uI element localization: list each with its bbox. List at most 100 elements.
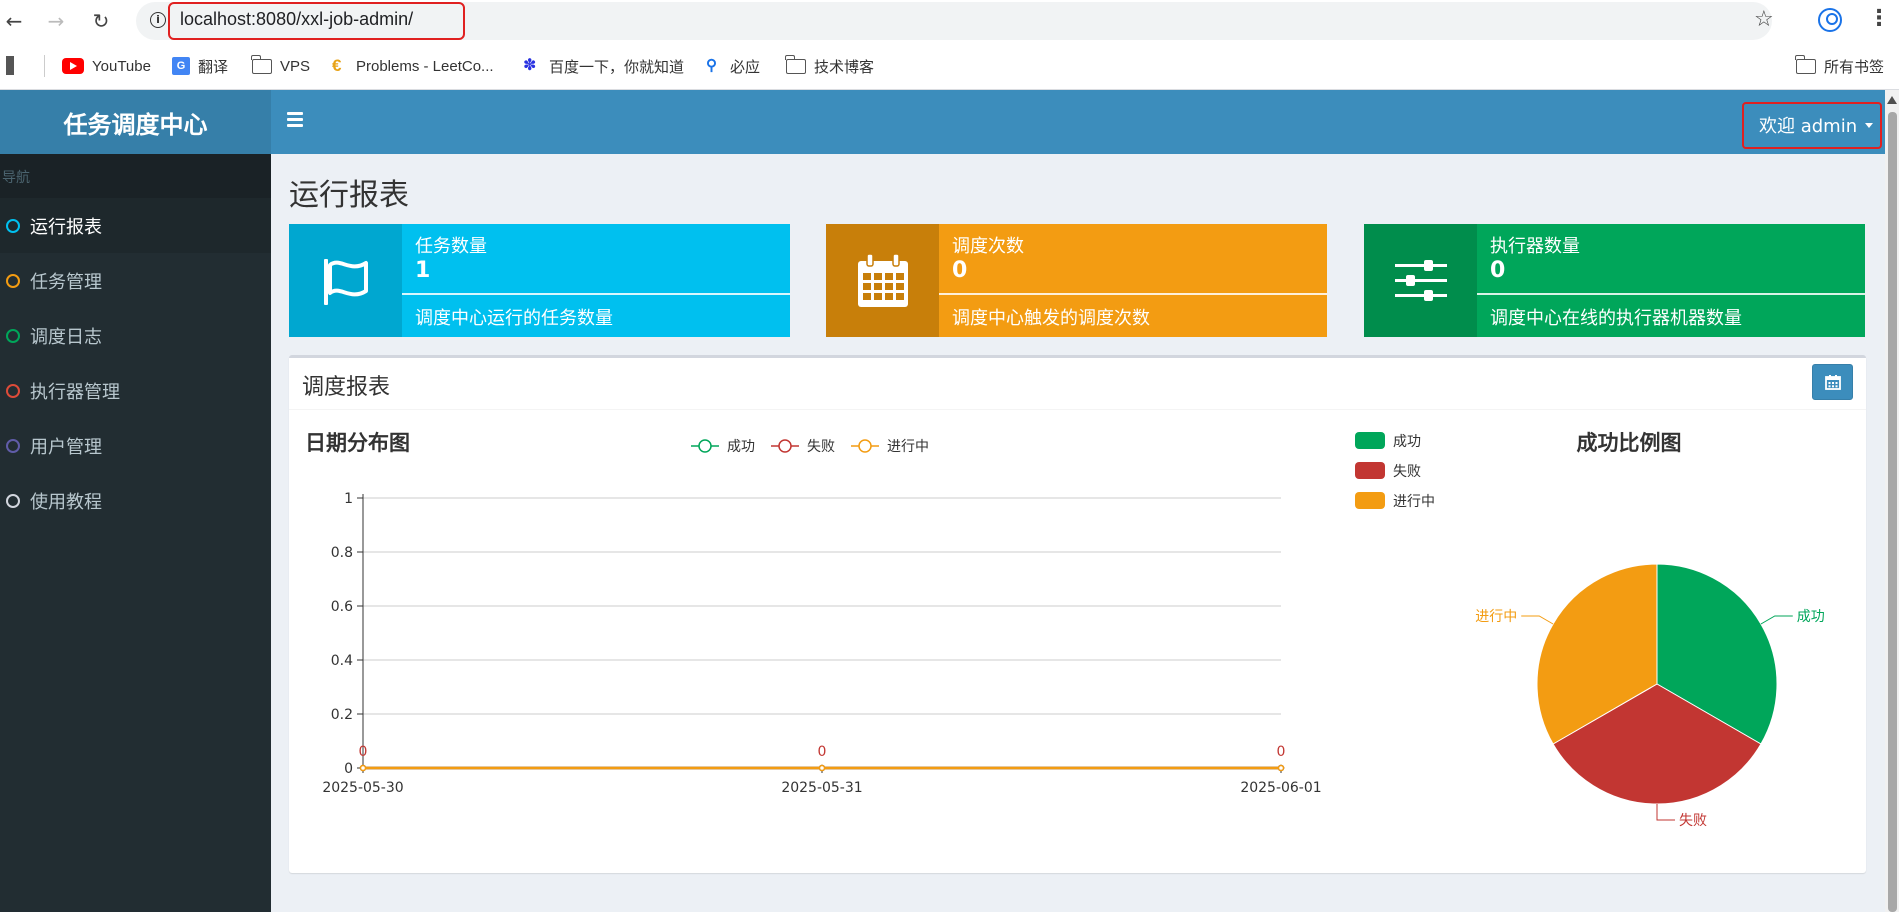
flag-icon bbox=[289, 224, 402, 337]
profile-icon[interactable] bbox=[1818, 8, 1842, 32]
sidebar-item-label: 调度日志 bbox=[30, 326, 102, 348]
bookmark-label: 技术博客 bbox=[814, 58, 875, 76]
bookmark-star-icon[interactable]: ☆ bbox=[1754, 7, 1774, 32]
info-box-title: 任务数量 bbox=[415, 236, 487, 257]
bookmark-tech-blog[interactable]: 技术博客 bbox=[785, 54, 875, 77]
leetcode-icon: € bbox=[332, 56, 342, 75]
bing-search-icon: ⚲ bbox=[706, 57, 717, 74]
bookmark-label: Problems - LeetCo... bbox=[356, 57, 494, 75]
data-point bbox=[818, 764, 826, 772]
sidebar-item-1[interactable]: 任务管理 bbox=[0, 253, 271, 308]
info-box-value: 0 bbox=[952, 258, 968, 283]
sidebar-item-label: 使用教程 bbox=[30, 491, 102, 513]
info-box-description: 调度中心运行的任务数量 bbox=[415, 308, 613, 329]
sidebar-item-2[interactable]: 调度日志 bbox=[0, 308, 271, 363]
top-navbar: 欢迎 admin bbox=[271, 90, 1899, 154]
legend-marker bbox=[698, 439, 712, 453]
legend-swatch bbox=[1355, 432, 1385, 449]
success-ratio-chart: 成功比例图成功失败进行中成功失败进行中 bbox=[1355, 431, 1825, 829]
y-tick-label: 1 bbox=[344, 491, 353, 507]
bookmarks-bar: YouTube G 翻译 VPS € Problems - LeetCo... … bbox=[0, 42, 1899, 90]
data-label: 0 bbox=[359, 744, 368, 760]
legend-item-0: 成功 bbox=[691, 439, 755, 455]
bookmark-baidu[interactable]: ✽ 百度一下，你就知道 bbox=[523, 55, 684, 77]
info-box-body: 任务数量 1 调度中心运行的任务数量 bbox=[402, 224, 790, 337]
page-scrollbar-thumb[interactable] bbox=[1888, 112, 1897, 912]
browser-menu-icon[interactable]: ⋮ bbox=[1868, 6, 1890, 31]
legend-marker bbox=[858, 439, 872, 453]
youtube-icon bbox=[62, 58, 84, 74]
folder-icon bbox=[785, 54, 806, 74]
legend-item-2: 进行中 bbox=[851, 439, 929, 455]
circle-icon bbox=[6, 273, 20, 288]
x-tick-label: 2025-05-30 bbox=[322, 780, 403, 796]
circle-icon bbox=[6, 383, 20, 398]
x-tick-label: 2025-05-31 bbox=[781, 780, 862, 796]
legend-item-1: 失败 bbox=[1355, 462, 1421, 480]
apps-icon[interactable] bbox=[6, 55, 32, 77]
url-text[interactable]: localhost:8080/xxl-job-admin/ bbox=[180, 9, 413, 30]
back-icon[interactable]: ← bbox=[0, 7, 28, 35]
legend-swatch bbox=[1355, 492, 1385, 509]
pie-label: 失败 bbox=[1679, 813, 1707, 829]
bookmark-translate[interactable]: G 翻译 bbox=[172, 55, 228, 77]
x-tick-label: 2025-06-01 bbox=[1240, 780, 1321, 796]
data-label: 0 bbox=[1277, 744, 1286, 760]
sidebar: 导航 运行报表 任务管理 调度日志 执行器管理 用户管理 使用教程 bbox=[0, 154, 271, 912]
bookmark-label: 必应 bbox=[730, 58, 761, 76]
page-title: 运行报表 bbox=[289, 178, 409, 213]
y-tick-label: 0.8 bbox=[331, 545, 353, 561]
pie-label: 进行中 bbox=[1475, 609, 1517, 625]
data-point bbox=[359, 764, 367, 772]
info-box-2: 执行器数量 0 调度中心在线的执行器机器数量 bbox=[1364, 224, 1865, 337]
bookmark-label: YouTube bbox=[92, 57, 151, 75]
y-tick-label: 0.6 bbox=[331, 599, 353, 615]
user-menu-dropdown[interactable]: 欢迎 admin bbox=[1759, 112, 1874, 138]
info-box-divider bbox=[402, 293, 790, 295]
baidu-paw-icon: ✽ bbox=[523, 57, 537, 74]
legend-label: 成功 bbox=[727, 439, 755, 455]
sidebar-item-4[interactable]: 用户管理 bbox=[0, 418, 271, 473]
date-range-button[interactable] bbox=[1812, 364, 1853, 400]
legend-label: 进行中 bbox=[1393, 494, 1435, 510]
bookmark-vps[interactable]: VPS bbox=[251, 54, 310, 77]
site-info-icon[interactable]: i bbox=[150, 12, 166, 28]
reload-icon[interactable]: ↻ bbox=[87, 7, 115, 35]
info-box-title: 调度次数 bbox=[952, 236, 1024, 257]
sidebar-menu: 运行报表任务管理调度日志执行器管理用户管理使用教程 bbox=[0, 198, 271, 528]
sidebar-item-label: 执行器管理 bbox=[30, 381, 120, 403]
calendar-icon bbox=[826, 224, 939, 337]
bookmark-label: 翻译 bbox=[198, 58, 229, 76]
scroll-up-arrow-icon[interactable] bbox=[1887, 96, 1897, 104]
info-box-description: 调度中心触发的调度次数 bbox=[952, 308, 1150, 329]
info-box-1: 调度次数 0 调度中心触发的调度次数 bbox=[826, 224, 1327, 337]
all-bookmarks[interactable]: 所有书签 bbox=[1795, 54, 1885, 77]
sidebar-item-label: 运行报表 bbox=[30, 216, 102, 238]
sidebar-toggle-icon[interactable] bbox=[287, 112, 305, 128]
calendar-icon bbox=[1824, 375, 1841, 390]
info-box-divider bbox=[1477, 293, 1865, 295]
pie-label-line bbox=[1656, 804, 1675, 821]
bookmark-label: 所有书签 bbox=[1824, 58, 1885, 76]
report-title: 调度报表 bbox=[302, 375, 391, 400]
bookmark-label: 百度一下，你就知道 bbox=[549, 58, 685, 76]
pie-label-line bbox=[1521, 615, 1554, 625]
bookmark-bing[interactable]: ⚲ 必应 bbox=[706, 55, 760, 77]
sidebar-item-0[interactable]: 运行报表 bbox=[0, 198, 271, 253]
circle-icon bbox=[6, 493, 20, 508]
forward-icon[interactable]: → bbox=[42, 7, 70, 35]
sidebar-item-3[interactable]: 执行器管理 bbox=[0, 363, 271, 418]
chart-title: 成功比例图 bbox=[1577, 431, 1682, 455]
circle-icon bbox=[6, 218, 20, 233]
info-box-description: 调度中心在线的执行器机器数量 bbox=[1490, 308, 1742, 329]
y-tick-label: 0.2 bbox=[331, 707, 353, 723]
sidebar-item-5[interactable]: 使用教程 bbox=[0, 473, 271, 528]
info-box-divider bbox=[939, 293, 1327, 295]
bookmark-youtube[interactable]: YouTube bbox=[62, 55, 151, 77]
bookmark-leetcode[interactable]: € Problems - LeetCo... bbox=[332, 55, 494, 77]
data-label: 0 bbox=[818, 744, 827, 760]
pie-label: 成功 bbox=[1797, 609, 1825, 625]
circle-icon bbox=[6, 328, 20, 343]
folder-icon bbox=[251, 54, 272, 74]
app-logo[interactable]: 任务调度中心 bbox=[0, 90, 271, 154]
